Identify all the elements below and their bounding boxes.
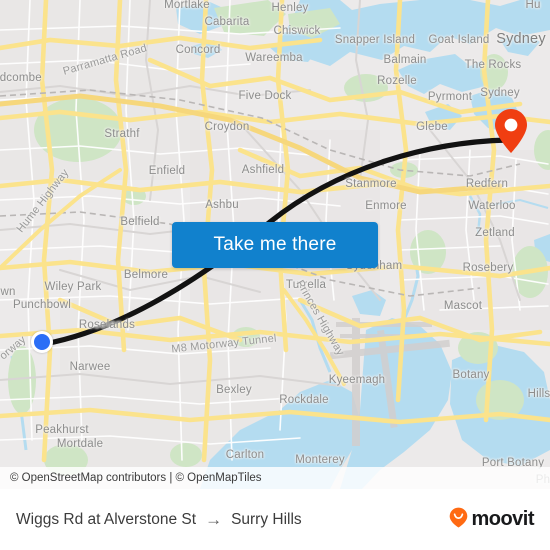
trip-summary: Wiggs Rd at Alverstone St → Surry Hills [16, 511, 302, 529]
trip-footer: Wiggs Rd at Alverstone St → Surry Hills … [0, 489, 550, 550]
map-attribution[interactable]: © OpenStreetMap contributors | © OpenMap… [0, 467, 550, 489]
moovit-logo[interactable]: moovit [449, 507, 534, 533]
moovit-trip-screen: .w { fill:#b4dcf0; } .pk { fill:#cfe5c5;… [0, 0, 550, 550]
arrow-right-icon: → [205, 510, 223, 529]
destination-pin[interactable] [494, 108, 528, 159]
moovit-pin-icon [449, 507, 468, 533]
trip-origin-label: Wiggs Rd at Alverstone St [16, 510, 197, 528]
moovit-wordmark: moovit [471, 508, 534, 530]
map-canvas[interactable]: .w { fill:#b4dcf0; } .pk { fill:#cfe5c5;… [0, 0, 550, 489]
trip-destination-label: Surry Hills [231, 510, 302, 528]
origin-dot[interactable] [31, 331, 53, 353]
take-me-there-button[interactable]: Take me there [172, 222, 378, 268]
